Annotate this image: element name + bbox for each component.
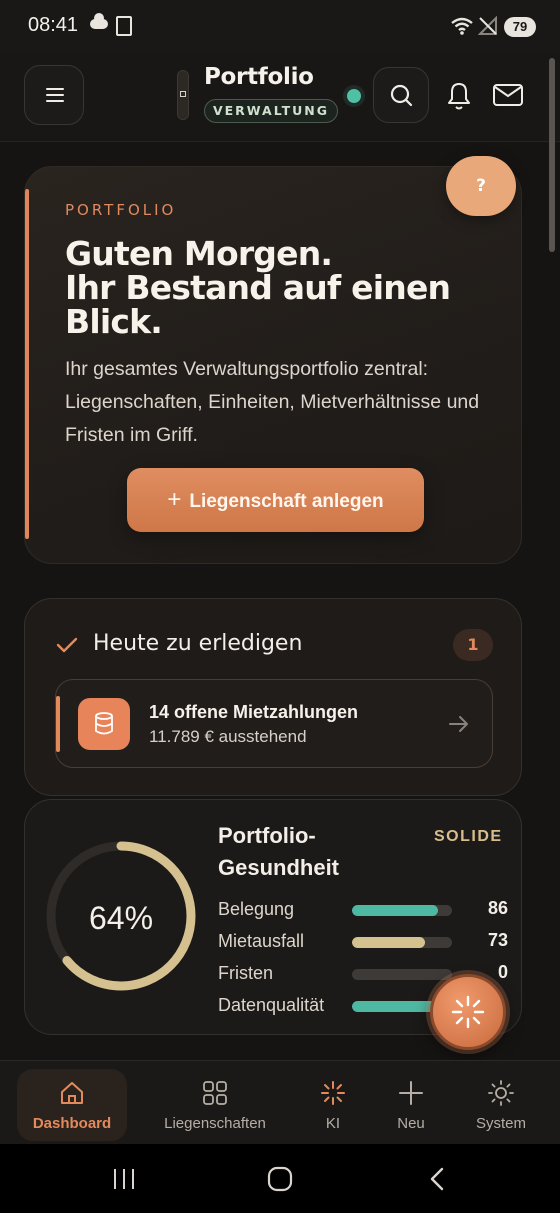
app-header: Portfolio VERWALTUNG: [0, 52, 560, 142]
plus-icon: +: [167, 486, 182, 513]
metric-label: Datenqualität: [218, 995, 325, 1015]
hero-description: Ihr gesamtes Verwaltungsportfolio zentra…: [65, 358, 480, 446]
metric-bar: [352, 905, 452, 916]
battery-indicator: 79: [504, 17, 536, 37]
metric-value: 86: [487, 898, 508, 918]
search-button[interactable]: [373, 67, 429, 123]
add-property-label: Liegenschaft anlegen: [189, 491, 384, 512]
nav-label: Neu: [397, 1115, 425, 1132]
sun-icon: [488, 1080, 514, 1106]
metric-label: Mietausfall: [218, 931, 305, 951]
metric-value: 73: [487, 930, 508, 950]
mail-icon: [493, 84, 523, 106]
metric-label: Belegung: [218, 899, 295, 919]
bottom-navigation: Dashboard Liegenschaften KI Neu System: [0, 1060, 560, 1144]
task-item[interactable]: 14 offene Mietzahlungen 11.789 € aussteh…: [55, 679, 493, 768]
hero-headline-line: Guten Morgen.: [65, 234, 333, 273]
tasks-title: Heute zu erledigen: [93, 631, 303, 656]
hero-headline-line: Ihr Bestand auf einen: [65, 268, 451, 307]
cloud-icon: [90, 13, 108, 29]
app-title: Portfolio: [204, 64, 314, 90]
health-title: Portfolio- Gesundheit: [218, 820, 418, 884]
metric-fill: [352, 1001, 442, 1012]
logo-icon: [177, 70, 189, 120]
sparkle-icon: [321, 1081, 345, 1105]
system-navigation-bar: [0, 1144, 560, 1213]
metric-row: Belegung 86: [218, 898, 508, 923]
online-status-dot: [347, 89, 361, 103]
hero-headline-line: Blick.: [65, 302, 163, 341]
hero-headline: Guten Morgen. Ihr Bestand auf einen Blic…: [65, 237, 505, 339]
health-title-line: Portfolio-: [218, 823, 316, 848]
status-bar: 08:41 79: [0, 0, 560, 52]
messages-button[interactable]: [490, 77, 526, 113]
nav-dashboard[interactable]: Dashboard: [17, 1069, 127, 1141]
nav-new[interactable]: Neu: [381, 1069, 441, 1141]
signal-icon: [478, 16, 497, 35]
bell-icon: [448, 83, 470, 110]
health-score-label: 64%: [88, 900, 154, 936]
nav-label: Dashboard: [32, 1115, 112, 1132]
notifications-button[interactable]: [440, 77, 478, 115]
nav-system[interactable]: System: [466, 1069, 536, 1141]
metric-row: Mietausfall 73: [218, 930, 508, 955]
hero-accent-bar: [25, 189, 29, 539]
sparkle-icon: [451, 995, 485, 1029]
help-button[interactable]: ?: [446, 156, 516, 216]
plus-icon: [399, 1081, 423, 1105]
hero-eyebrow: PORTFOLIO: [65, 201, 177, 219]
nav-label: System: [475, 1115, 526, 1132]
recent-apps-button[interactable]: [110, 1167, 138, 1191]
database-icon: [78, 698, 130, 750]
home-icon: [61, 1082, 83, 1104]
menu-button[interactable]: [24, 65, 84, 125]
home-button[interactable]: [266, 1166, 294, 1192]
metric-bar: [352, 937, 452, 948]
phone-icon: [116, 16, 132, 36]
add-property-button[interactable]: + Liegenschaft anlegen: [127, 468, 424, 532]
tasks-count-badge: 1: [453, 629, 493, 661]
today-tasks-card: Heute zu erledigen 1 14 offene Mietzahlu…: [24, 598, 522, 796]
health-status-badge: SOLIDE: [434, 828, 503, 845]
metric-fill: [352, 905, 438, 916]
search-icon: [390, 84, 413, 107]
nav-label: KI: [325, 1115, 341, 1132]
app-badge: VERWALTUNG: [204, 99, 338, 123]
status-time: 08:41: [28, 14, 79, 36]
metric-label: Fristen: [218, 963, 274, 983]
task-accent-bar: [56, 696, 60, 752]
metric-fill: [352, 937, 425, 948]
task-subtitle: 11.789 € ausstehend: [149, 727, 307, 746]
check-icon: [56, 637, 78, 653]
nav-ai[interactable]: KI: [303, 1069, 363, 1141]
ai-assistant-button[interactable]: [430, 974, 506, 1050]
scrollbar[interactable]: [549, 58, 555, 252]
arrow-right-icon: [449, 716, 468, 732]
health-title-line: Gesundheit: [218, 855, 340, 880]
back-button[interactable]: [426, 1166, 448, 1192]
nav-properties[interactable]: Liegenschaften: [150, 1069, 280, 1141]
hero-card: PORTFOLIO Guten Morgen. Ihr Bestand auf …: [24, 166, 522, 564]
nav-label: Liegenschaften: [164, 1115, 266, 1132]
wifi-icon: [451, 17, 473, 35]
grid-icon: [203, 1081, 227, 1105]
task-title: 14 offene Mietzahlungen: [149, 702, 359, 722]
